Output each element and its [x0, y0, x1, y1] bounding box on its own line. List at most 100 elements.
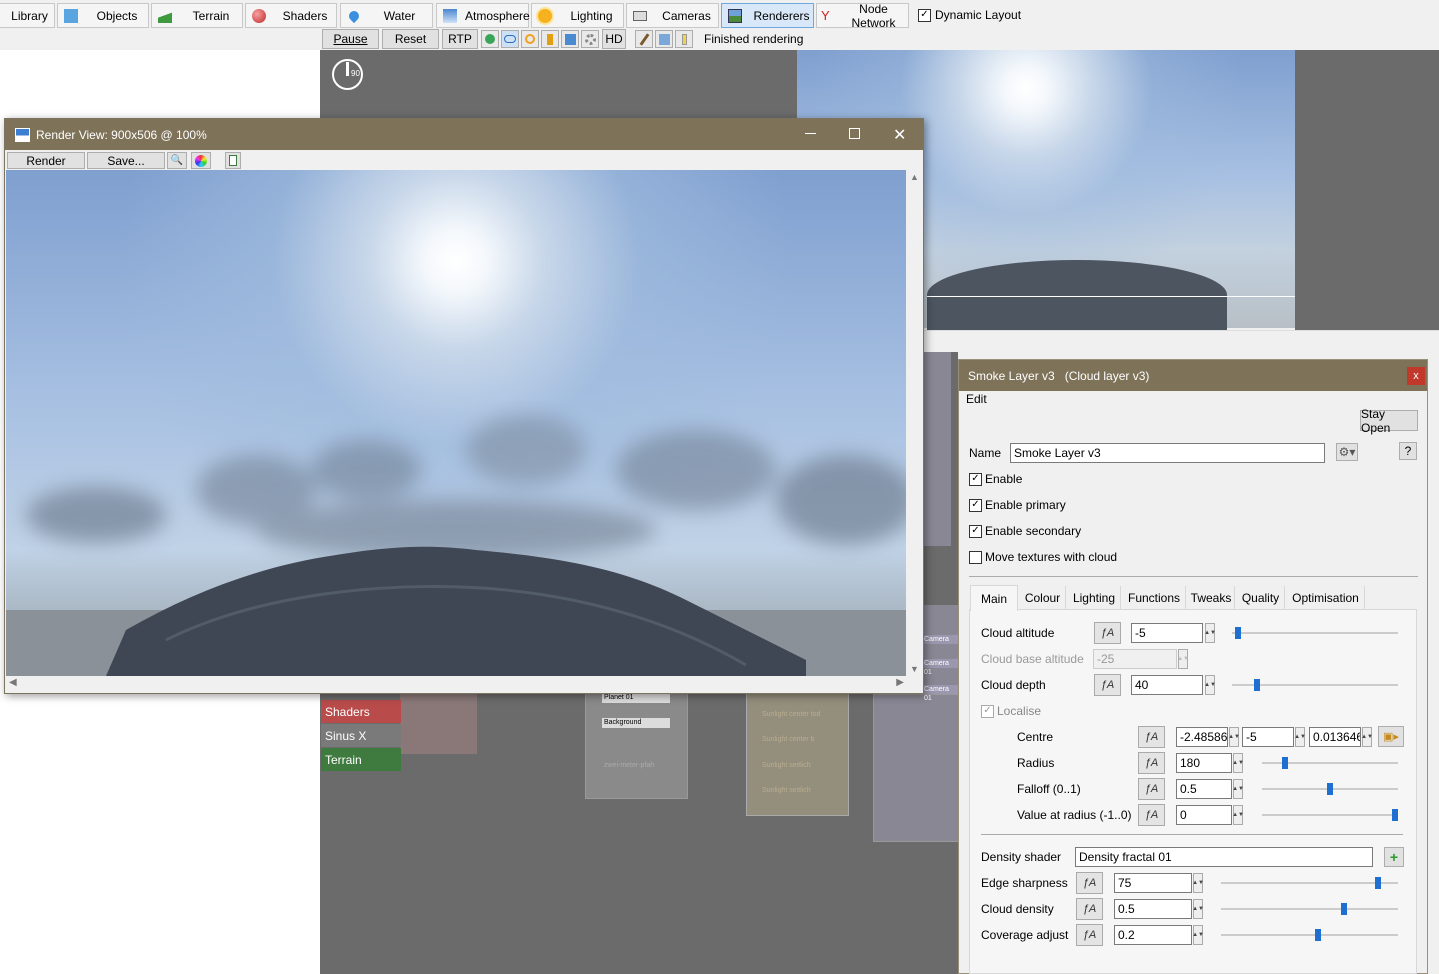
node-planet[interactable]: Planet 01 [602, 693, 670, 703]
centre-y-spinner[interactable]: ▲▼ [1294, 727, 1306, 747]
scroll-right-icon[interactable]: ▶ [896, 677, 904, 688]
centre-x-field[interactable]: -2.48586 [1176, 727, 1228, 747]
cloud-depth-spinner[interactable]: ▲▼ [1204, 675, 1216, 695]
enable-toggle[interactable]: ✓ Enable [969, 472, 1022, 486]
cloud-depth-function-icon[interactable]: ƒA [1094, 674, 1121, 696]
rtp-mode-sun-icon[interactable] [521, 30, 539, 48]
rtp-mode-cloud-icon[interactable] [501, 30, 519, 48]
centre-z-spinner[interactable]: ▲▼ [1361, 727, 1373, 747]
node-camera-01b[interactable]: Camera 01 [924, 685, 958, 702]
hd-button[interactable]: HD [602, 29, 626, 49]
value-at-radius-spinner[interactable]: ▲▼ [1232, 805, 1244, 825]
node-sinus-x[interactable]: Sinus X [321, 724, 401, 747]
rtp-mode-gear-icon[interactable] [581, 30, 599, 48]
help-button[interactable]: ? [1399, 442, 1417, 460]
compass-icon[interactable]: 90 [332, 59, 363, 90]
paste-icon[interactable]: ▣▸ [1378, 726, 1404, 747]
tab-quality[interactable]: Quality [1237, 586, 1285, 610]
localise-toggle[interactable]: ✓ Localise [981, 704, 1041, 718]
rtp-button[interactable]: RTP [442, 29, 478, 49]
minimize-icon[interactable] [805, 133, 816, 134]
edge-sharpness-slider[interactable] [1374, 877, 1381, 889]
tab-cameras[interactable]: Cameras [626, 3, 719, 28]
value-at-radius-function-icon[interactable]: ƒA [1138, 804, 1165, 826]
move-textures-toggle[interactable]: Move textures with cloud [969, 550, 1117, 564]
tab-renderers[interactable]: Renderers [721, 3, 814, 28]
horizontal-scrollbar[interactable]: ◀ ▶ [6, 676, 907, 691]
tab-lighting[interactable]: Lighting [1068, 586, 1121, 610]
scroll-left-icon[interactable]: ◀ [9, 677, 17, 688]
enable-checkbox[interactable]: ✓ [969, 472, 982, 486]
falloff-function-icon[interactable]: ƒA [1138, 778, 1165, 800]
falloff-field[interactable]: 0.5 [1176, 779, 1232, 799]
tab-terrain[interactable]: Terrain [151, 3, 243, 28]
cloud-base-altitude-field[interactable]: -25 [1093, 649, 1177, 669]
value-at-radius-field[interactable]: 0 [1176, 805, 1232, 825]
radius-field[interactable]: 180 [1176, 753, 1232, 773]
enable-primary-checkbox[interactable]: ✓ [969, 498, 982, 512]
coverage-adjust-function-icon[interactable]: ƒA [1076, 924, 1103, 946]
marker-icon[interactable] [675, 30, 693, 48]
vertical-scrollbar[interactable]: ▲ ▼ [907, 170, 922, 676]
node-background[interactable]: Background [602, 718, 670, 728]
tab-node-network[interactable]: Y Node Network [816, 2, 909, 30]
centre-y-field[interactable]: -5 [1242, 727, 1294, 747]
enable-secondary-checkbox[interactable]: ✓ [969, 524, 982, 538]
tab-library[interactable]: Library [0, 3, 55, 28]
render-button[interactable]: Render [7, 152, 85, 169]
tab-water[interactable]: Water [340, 3, 433, 28]
node-terrain[interactable]: Terrain [321, 748, 401, 771]
cloud-altitude-function-icon[interactable]: ƒA [1094, 622, 1121, 644]
edge-sharpness-field[interactable]: 75 [1114, 873, 1192, 893]
coverage-adjust-slider[interactable] [1315, 929, 1322, 941]
pause-button[interactable]: Pause [322, 29, 379, 49]
node-sunlight-4[interactable]: Sunlight seitlich [762, 786, 832, 796]
cloud-density-slider[interactable] [1340, 903, 1347, 915]
tab-tweaks[interactable]: Tweaks [1188, 586, 1235, 610]
name-field[interactable]: Smoke Layer v3 [1010, 443, 1325, 463]
cloud-altitude-slider[interactable] [1235, 627, 1242, 639]
cloud-altitude-field[interactable]: -5 [1131, 623, 1203, 643]
rtp-mode-box-icon[interactable] [561, 30, 579, 48]
panel-close-button[interactable]: x [1407, 367, 1425, 385]
tab-colour[interactable]: Colour [1020, 586, 1066, 610]
enable-secondary-toggle[interactable]: ✓ Enable secondary [969, 524, 1081, 538]
cloud-density-field[interactable]: 0.5 [1114, 899, 1192, 919]
move-textures-checkbox[interactable] [969, 550, 982, 564]
edge-sharpness-function-icon[interactable]: ƒA [1076, 872, 1103, 894]
menu-edit[interactable]: Edit [966, 392, 987, 406]
tab-objects[interactable]: Objects [57, 3, 149, 28]
cloud-depth-slider[interactable] [1254, 679, 1261, 691]
falloff-spinner[interactable]: ▲▼ [1232, 779, 1244, 799]
falloff-slider[interactable] [1327, 783, 1333, 795]
zoom-dropdown-icon[interactable]: 🔍 [167, 152, 187, 169]
color-wheel-icon[interactable] [191, 152, 211, 169]
dynamic-layout-toggle[interactable]: ✓ Dynamic Layout [918, 8, 1021, 22]
render-view-titlebar[interactable]: Render View: 900x506 @ 100% ✕ [5, 119, 923, 150]
node-sunlight-3[interactable]: Sunlight seitlich [762, 761, 832, 771]
document-icon[interactable] [225, 152, 241, 169]
tab-functions[interactable]: Functions [1123, 586, 1186, 610]
dynamic-layout-checkbox[interactable]: ✓ [918, 8, 931, 22]
scroll-up-icon[interactable]: ▲ [910, 172, 919, 182]
panel-titlebar[interactable]: Smoke Layer v3 (Cloud layer v3) x [959, 360, 1427, 391]
tab-atmosphere[interactable]: Atmosphere [436, 3, 530, 28]
node-shaders[interactable]: Shaders [321, 700, 401, 723]
gear-menu-icon[interactable]: ⚙▾ [1336, 443, 1358, 461]
rtp-mode-sphere-icon[interactable] [481, 30, 499, 48]
pick-icon[interactable] [655, 30, 673, 48]
node-zwei[interactable]: zwei-meter-pfah [602, 761, 670, 771]
radius-slider[interactable] [1281, 757, 1288, 769]
radius-spinner[interactable]: ▲▼ [1232, 753, 1244, 773]
cloud-density-spinner[interactable]: ▲▼ [1192, 899, 1204, 919]
node-sunlight-1[interactable]: Sunlight center tod [762, 710, 832, 720]
tab-lighting[interactable]: Lighting [531, 3, 624, 28]
node-camera[interactable]: Camera [924, 635, 958, 644]
stay-open-button[interactable]: Stay Open [1360, 407, 1418, 435]
centre-z-field[interactable]: 0.013646 [1309, 727, 1361, 747]
enable-primary-toggle[interactable]: ✓ Enable primary [969, 498, 1066, 512]
centre-x-spinner[interactable]: ▲▼ [1228, 727, 1240, 747]
add-shader-icon[interactable]: + [1384, 847, 1404, 867]
maximize-icon[interactable] [849, 128, 860, 139]
brush-icon[interactable] [635, 30, 653, 48]
